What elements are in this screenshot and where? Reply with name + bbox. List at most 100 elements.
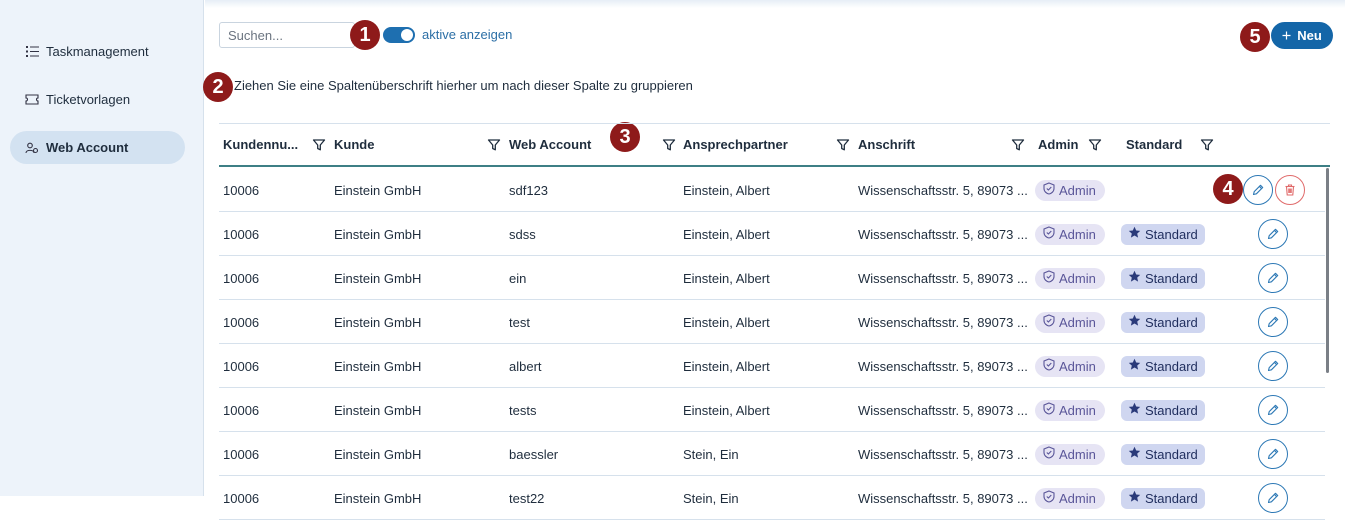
filter-icon-kundennummer[interactable] [312,138,326,152]
standard-badge-label: Standard [1145,402,1198,418]
table-row[interactable]: 10006 Einstein GmbH baessler Stein, Ein Wiss… [219,432,1325,476]
filter-icon-admin[interactable] [1088,138,1102,152]
cell-kundennummer: 10006 [223,490,260,506]
table-row[interactable]: 10006 Einstein GmbH tests Einstein, Albert W… [219,388,1325,432]
cell-kunde: Einstein GmbH [334,226,422,242]
edit-button[interactable] [1258,483,1288,513]
pencil-icon [1266,491,1280,505]
standard-badge: Standard [1121,355,1205,377]
cell-standard: Standard [1121,388,1205,432]
filter-icon-standard[interactable] [1200,138,1214,152]
star-icon [1128,490,1141,506]
column-header-kundennummer[interactable]: Kundennu... [223,137,298,152]
cell-web-account: baessler [509,446,559,462]
filter-icon-anschrift[interactable] [1011,138,1025,152]
admin-badge: Admin [1035,443,1105,465]
edit-button[interactable] [1258,351,1288,381]
sidebar-item-web-account[interactable]: Web Account [10,131,185,164]
group-drop-area[interactable]: Ziehen Sie eine Spaltenüberschrift hierh… [234,78,693,93]
vertical-scrollbar[interactable] [1326,168,1329,373]
column-header-standard[interactable]: Standard [1126,137,1182,152]
cell-web-account: tests [509,402,537,418]
column-header-anschrift[interactable]: Anschrift [858,137,915,152]
trash-icon [1283,183,1297,197]
cell-kundennummer: 10006 [223,226,260,242]
cell-anschrift: Wissenschaftsstr. 5, 89073 ... [858,358,1028,374]
edit-button[interactable] [1243,175,1273,205]
filter-icon-web-account[interactable] [662,138,676,152]
standard-badge-label: Standard [1145,314,1198,330]
cell-anschrift: Wissenschaftsstr. 5, 89073 ... [858,270,1028,286]
filter-icon-kunde[interactable] [487,138,501,152]
annotation-marker-1: 1 [350,20,380,50]
column-header-admin[interactable]: Admin [1038,137,1078,152]
cell-ansprechpartner: Einstein, Albert [683,182,770,198]
active-toggle[interactable] [383,27,415,43]
standard-badge: Standard [1121,443,1205,465]
pencil-icon [1266,359,1280,373]
shield-check-icon [1043,490,1055,506]
cell-kunde: Einstein GmbH [334,358,422,374]
shield-check-icon [1043,402,1055,418]
edit-button[interactable] [1258,439,1288,469]
cell-standard: Standard [1121,256,1205,300]
column-header-ansprechpartner[interactable]: Ansprechpartner [683,137,788,152]
sidebar-item-label: Web Account [46,140,129,155]
delete-button[interactable] [1275,175,1305,205]
admin-badge: Admin [1035,399,1105,421]
star-icon [1128,314,1141,330]
cell-anschrift: Wissenschaftsstr. 5, 89073 ... [858,314,1028,330]
cell-kundennummer: 10006 [223,314,260,330]
cell-ansprechpartner: Einstein, Albert [683,270,770,286]
column-header-web-account[interactable]: Web Account [509,137,591,152]
filter-icon-ansprechpartner[interactable] [836,138,850,152]
cell-kundennummer: 10006 [223,402,260,418]
star-icon [1128,402,1141,418]
star-icon [1128,226,1141,242]
sidebar-item-taskmanagement[interactable]: Taskmanagement [10,35,185,68]
new-button-label: Neu [1297,28,1322,43]
sidebar-item-ticketvorlagen[interactable]: Ticketvorlagen [10,83,185,116]
edit-button[interactable] [1258,219,1288,249]
table-row[interactable]: 10006 Einstein GmbH sdf123 Einstein, Albert… [219,168,1325,212]
cell-standard: Standard [1121,300,1205,344]
standard-badge: Standard [1121,311,1205,333]
table-row[interactable]: 10006 Einstein GmbH test Einstein, Albert Wi… [219,300,1325,344]
sidebar: Taskmanagement Ticketvorlagen Web Accoun… [0,0,204,496]
pencil-icon [1266,227,1280,241]
cell-ansprechpartner: Einstein, Albert [683,358,770,374]
shield-check-icon [1043,182,1055,198]
table-row[interactable]: 10006 Einstein GmbH albert Einstein, Albert… [219,344,1325,388]
admin-badge-label: Admin [1059,314,1096,330]
new-button[interactable]: Neu [1271,22,1333,49]
admin-badge: Admin [1035,487,1105,509]
column-header-kunde[interactable]: Kunde [334,137,374,152]
standard-badge: Standard [1121,223,1205,245]
star-icon [1128,446,1141,462]
cell-web-account: sdss [509,226,536,242]
cell-admin: Admin [1035,168,1105,212]
admin-badge-label: Admin [1059,402,1096,418]
sidebar-item-label: Ticketvorlagen [46,92,131,107]
cell-kunde: Einstein GmbH [334,270,422,286]
table-row[interactable]: 10006 Einstein GmbH test22 Stein, Ein Wissen… [219,476,1325,520]
cell-admin: Admin [1035,344,1105,388]
cell-ansprechpartner: Einstein, Albert [683,402,770,418]
cell-kunde: Einstein GmbH [334,182,422,198]
admin-badge-label: Admin [1059,182,1096,198]
cell-anschrift: Wissenschaftsstr. 5, 89073 ... [858,182,1028,198]
standard-badge: Standard [1121,399,1205,421]
edit-button[interactable] [1258,307,1288,337]
edit-button[interactable] [1258,395,1288,425]
cell-admin: Admin [1035,212,1105,256]
table-row[interactable]: 10006 Einstein GmbH sdss Einstein, Albert Wi… [219,212,1325,256]
cell-kunde: Einstein GmbH [334,402,422,418]
shield-check-icon [1043,226,1055,242]
cell-ansprechpartner: Einstein, Albert [683,314,770,330]
admin-badge: Admin [1035,267,1105,289]
search-input[interactable] [219,22,355,48]
standard-badge-label: Standard [1145,226,1198,242]
cell-kunde: Einstein GmbH [334,314,422,330]
edit-button[interactable] [1258,263,1288,293]
table-row[interactable]: 10006 Einstein GmbH ein Einstein, Albert Wis… [219,256,1325,300]
